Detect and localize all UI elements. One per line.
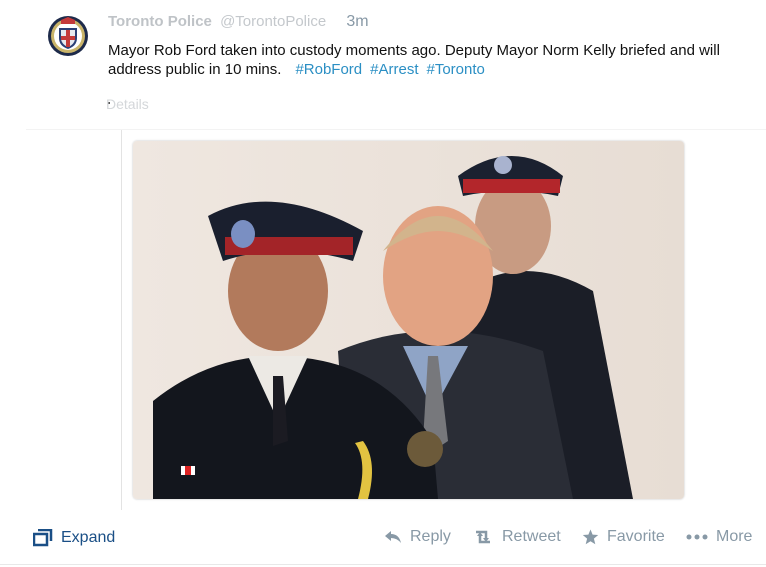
tweet-timestamp[interactable]: 3m [346, 13, 368, 30]
bottom-divider [0, 564, 766, 565]
retweet-icon [476, 530, 490, 544]
hashtag-link[interactable]: #RobFord [295, 61, 362, 78]
hashtag-link[interactable]: #Arrest [370, 61, 418, 78]
expand-icon [33, 529, 53, 547]
reply-button[interactable]: Reply [384, 528, 451, 546]
expand-button[interactable]: Expand [33, 529, 115, 547]
star-icon [582, 529, 599, 545]
ellipsis-icon [686, 534, 708, 540]
divider [26, 129, 766, 130]
details-link[interactable]: Details [106, 96, 149, 112]
tweet-header: Toronto Police @TorontoPolice 3m [108, 13, 369, 31]
more-label: More [716, 528, 753, 545]
tweet-text-block: Mayor Rob Ford taken into custody moment… [108, 41, 758, 79]
favorite-label: Favorite [607, 528, 665, 545]
hashtag-link[interactable]: #Toronto [427, 61, 485, 78]
tweet-actions: Expand Reply Retweet Favorite More [0, 526, 766, 556]
author-name[interactable]: Toronto Police [108, 13, 212, 30]
retweet-label: Retweet [502, 528, 561, 545]
reply-icon [385, 531, 401, 543]
retweet-button[interactable]: Retweet [472, 528, 561, 546]
tweet-media-photo[interactable] [133, 141, 684, 499]
author-handle[interactable]: @TorontoPolice [220, 13, 326, 30]
expand-label: Expand [61, 529, 116, 546]
reply-label: Reply [410, 528, 451, 545]
media-rule [121, 130, 122, 510]
avatar[interactable] [46, 14, 90, 58]
favorite-button[interactable]: Favorite [582, 528, 665, 546]
more-button[interactable]: More [686, 528, 752, 546]
